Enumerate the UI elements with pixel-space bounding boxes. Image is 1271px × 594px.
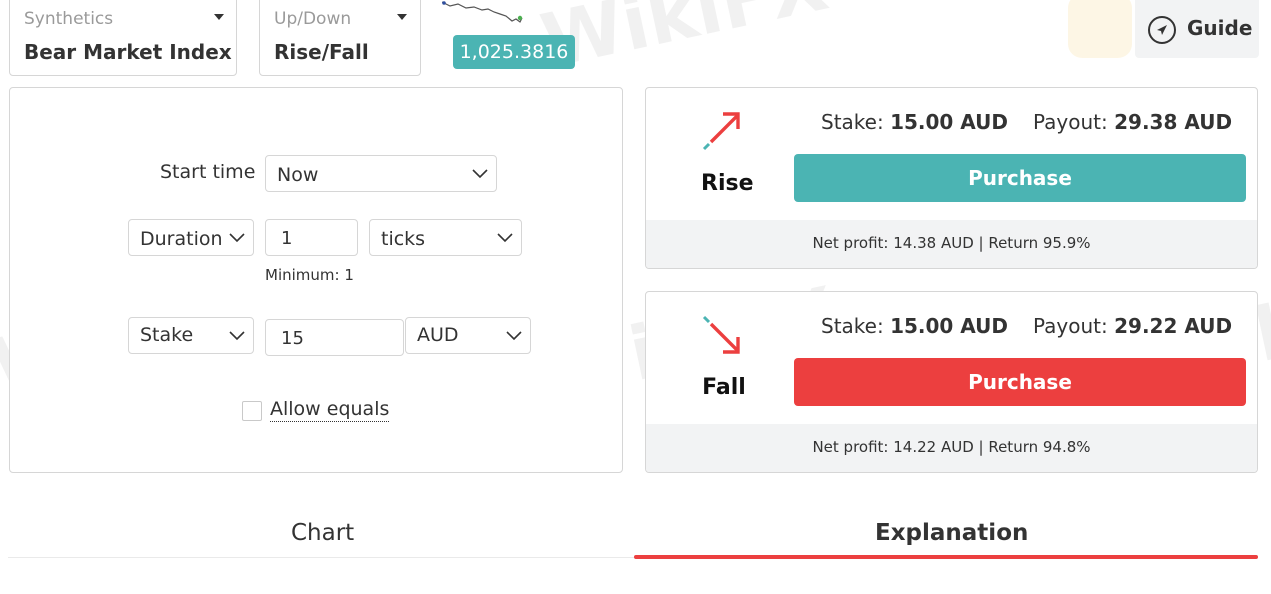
contract-type-label: Fall	[702, 375, 746, 400]
caret-down-icon	[214, 14, 224, 20]
duration-unit-value: ticks	[381, 228, 426, 250]
purchase-fall-button[interactable]: Purchase	[794, 358, 1246, 406]
payout-info: Payout: 29.38 AUD	[1033, 110, 1232, 134]
duration-unit-select[interactable]: ticks	[369, 219, 522, 256]
stake-amount: 15.00 AUD	[890, 110, 1009, 134]
market-selector[interactable]: Synthetics Bear Market Index	[9, 0, 237, 76]
purchase-rise-button[interactable]: Purchase	[794, 154, 1246, 202]
contract-card-rise: Rise Stake: 15.00 AUD Payout: 29.38 AUD …	[645, 87, 1258, 269]
watermark: WikiFX	[534, 0, 835, 86]
chevron-down-icon	[229, 331, 245, 341]
market-category-label: Synthetics	[24, 9, 114, 29]
duration-minimum-hint: Minimum: 1	[265, 266, 354, 284]
duration-value: 1	[281, 228, 293, 249]
stake-input[interactable]: 15	[265, 319, 404, 356]
stake-amount: 15.00 AUD	[890, 314, 1009, 338]
amount-type-value: Stake	[140, 324, 194, 346]
sparkline-icon	[442, 1, 523, 23]
payout-info: Payout: 29.22 AUD	[1033, 314, 1232, 338]
start-time-label: Start time	[160, 161, 256, 183]
stake-value: 15	[281, 328, 304, 349]
payout-label: Payout:	[1033, 110, 1108, 134]
contract-type-label: Rise	[701, 171, 754, 196]
payout-amount: 29.22 AUD	[1114, 314, 1233, 338]
chevron-down-icon	[472, 169, 488, 179]
tab-explanation[interactable]: Explanation	[875, 520, 1028, 546]
chevron-down-icon	[497, 233, 513, 243]
caret-down-icon	[397, 14, 407, 20]
amount-type-select[interactable]: Stake	[128, 317, 254, 354]
compass-icon	[1148, 16, 1176, 44]
start-time-select[interactable]: Now	[265, 155, 497, 192]
duration-type-value: Duration	[140, 228, 223, 250]
guide-label: Guide	[1187, 16, 1253, 40]
payout-label: Payout:	[1033, 314, 1108, 338]
stake-info: Stake: 15.00 AUD	[821, 110, 1008, 134]
contract-card-fall: Fall Stake: 15.00 AUD Payout: 29.22 AUD …	[645, 291, 1258, 473]
duration-type-select[interactable]: Duration	[128, 219, 254, 256]
trade-type-name: Rise/Fall	[274, 40, 369, 64]
chevron-down-icon	[229, 233, 245, 243]
market-name: Bear Market Index	[24, 40, 232, 64]
payout-amount: 29.38 AUD	[1114, 110, 1233, 134]
trade-type-category-label: Up/Down	[274, 9, 352, 29]
stake-label: Stake:	[821, 314, 884, 338]
allow-equals-label[interactable]: Allow equals	[270, 397, 390, 422]
duration-input[interactable]: 1	[265, 219, 358, 256]
start-time-value: Now	[277, 164, 319, 186]
allow-equals-checkbox[interactable]	[242, 401, 262, 421]
chevron-down-icon	[506, 331, 522, 341]
net-profit-info: Net profit: 14.22 AUD | Return 94.8%	[646, 424, 1257, 472]
net-profit-info: Net profit: 14.38 AUD | Return 95.9%	[646, 220, 1257, 268]
stake-info: Stake: 15.00 AUD	[821, 314, 1008, 338]
trade-type-selector[interactable]: Up/Down Rise/Fall	[259, 0, 421, 76]
tab-chart[interactable]: Chart	[291, 520, 354, 546]
watermark-logo	[1068, 0, 1132, 58]
rise-arrow-icon	[702, 112, 740, 151]
currency-value: AUD	[417, 324, 459, 346]
currency-select[interactable]: AUD	[405, 317, 531, 354]
tab-active-indicator	[634, 555, 1258, 559]
stake-label: Stake:	[821, 110, 884, 134]
fall-arrow-icon	[702, 315, 740, 354]
guide-button[interactable]: Guide	[1135, 0, 1259, 58]
trade-params-panel: Start time Now Duration 1 ticks Minimum:…	[9, 87, 623, 473]
spot-price-badge: 1,025.3816	[453, 35, 575, 69]
